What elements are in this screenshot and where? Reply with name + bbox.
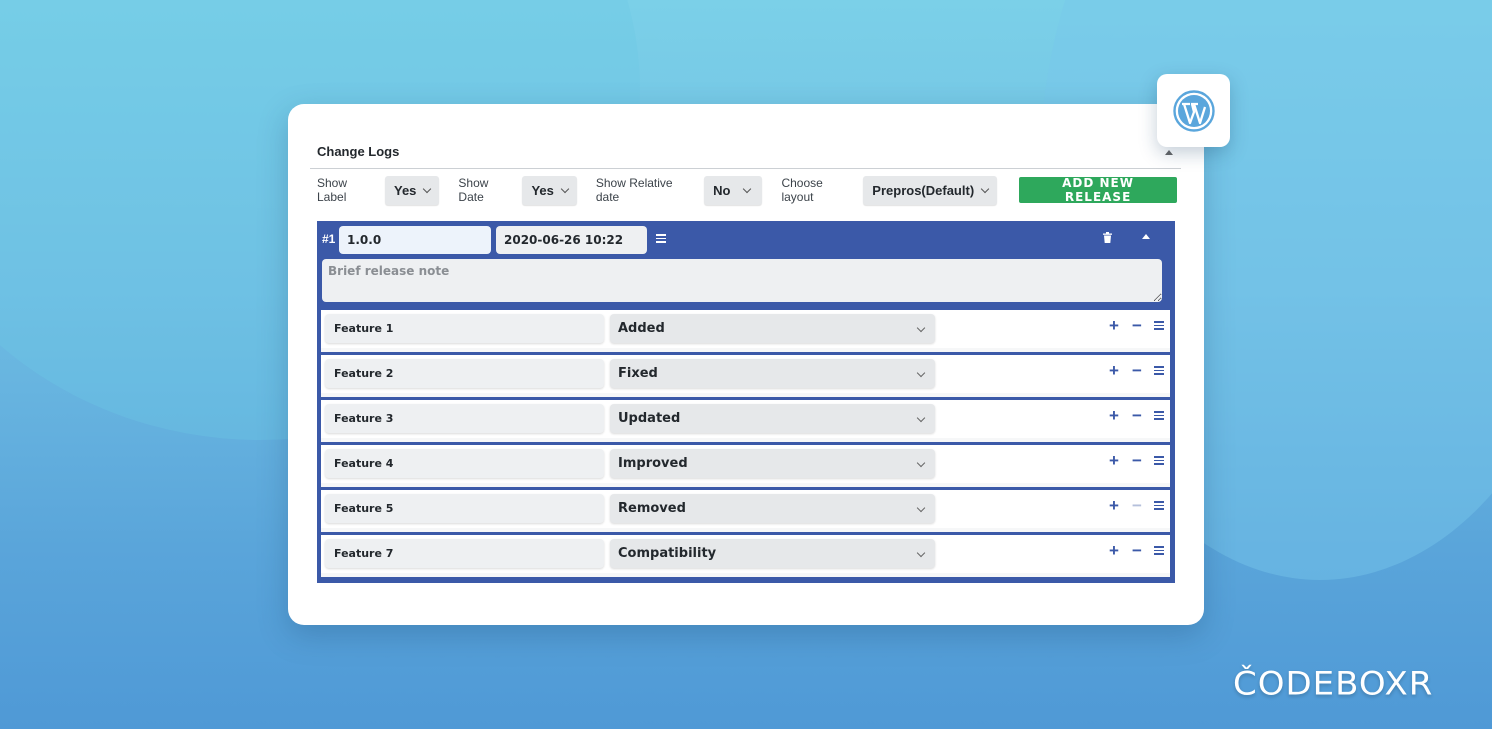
choose-layout-label: Choose layout <box>781 176 823 204</box>
chevron-down-icon <box>916 323 926 333</box>
chevron-down-icon <box>560 184 570 193</box>
feature-actions: + − <box>1108 317 1164 334</box>
show-relative-date-select[interactable]: No <box>704 175 763 205</box>
drag-handle-icon[interactable] <box>1154 409 1164 422</box>
feature-row: Feature 2 Fixed + − <box>321 355 1170 397</box>
feature-type-value: Added <box>618 321 665 336</box>
drag-handle-icon[interactable] <box>1154 319 1164 332</box>
wordpress-logo-icon <box>1172 89 1215 132</box>
release-number: #1 <box>322 232 336 246</box>
feature-type-select[interactable]: Improved <box>610 449 935 478</box>
chevron-down-icon <box>916 413 926 423</box>
drag-handle-icon[interactable] <box>1154 544 1164 557</box>
show-label-label: Show Label <box>317 176 348 204</box>
chevron-down-icon <box>980 184 990 193</box>
remove-feature-icon[interactable]: − <box>1131 452 1143 469</box>
chevron-down-icon <box>423 184 432 193</box>
feature-actions: + − <box>1108 542 1164 559</box>
feature-name-input[interactable]: Feature 1 <box>325 314 604 343</box>
drag-handle-icon[interactable] <box>1154 499 1164 512</box>
feature-name-input[interactable]: Feature 5 <box>325 494 604 523</box>
release-collapse-icon[interactable] <box>1142 234 1150 239</box>
feature-actions: + − <box>1108 362 1164 379</box>
feature-row: Feature 7 Compatibility + − <box>321 535 1170 577</box>
trash-icon[interactable] <box>1103 232 1112 243</box>
show-relative-date-value: No <box>713 182 731 198</box>
release-note-textarea[interactable] <box>322 259 1162 302</box>
feature-actions: + − <box>1108 407 1164 424</box>
feature-row: Feature 1 Added + − <box>321 310 1170 352</box>
add-feature-icon[interactable]: + <box>1108 407 1120 424</box>
remove-feature-icon[interactable]: − <box>1131 407 1143 424</box>
chevron-down-icon <box>916 458 926 468</box>
codeboxr-logo: ČODEBOXR <box>1233 665 1434 703</box>
drag-handle-icon[interactable] <box>656 232 666 245</box>
add-feature-icon[interactable]: + <box>1108 542 1120 559</box>
feature-type-select[interactable]: Added <box>610 314 935 343</box>
show-date-value: Yes <box>531 182 554 198</box>
feature-actions: + − <box>1108 452 1164 469</box>
remove-feature-icon[interactable]: − <box>1131 497 1143 514</box>
feature-row: Feature 3 Updated + − <box>321 400 1170 442</box>
changelog-panel: Change Logs Show Label Yes Show Date Yes… <box>288 104 1204 625</box>
release-version-input[interactable]: 1.0.0 <box>339 226 491 254</box>
feature-row: Feature 4 Improved + − <box>321 445 1170 487</box>
wordpress-badge <box>1157 74 1230 147</box>
chevron-down-icon <box>916 503 926 513</box>
chevron-down-icon <box>916 368 926 378</box>
remove-feature-icon[interactable]: − <box>1131 542 1143 559</box>
chevron-down-icon <box>916 548 926 558</box>
feature-type-value: Improved <box>618 456 688 471</box>
choose-layout-value: Prepros(Default) <box>872 182 975 198</box>
remove-feature-icon[interactable]: − <box>1131 362 1143 379</box>
feature-name-input[interactable]: Feature 2 <box>325 359 604 388</box>
add-new-release-button[interactable]: ADD NEW RELEASE <box>1019 176 1177 204</box>
feature-name-input[interactable]: Feature 3 <box>325 404 604 433</box>
feature-name-input[interactable]: Feature 7 <box>325 539 604 568</box>
choose-layout-select[interactable]: Prepros(Default) <box>863 175 998 205</box>
chevron-down-icon <box>743 184 752 193</box>
release-date-input[interactable]: 2020-06-26 10:22 <box>496 226 647 254</box>
show-relative-date-label: Show Relative date <box>595 176 673 204</box>
add-feature-icon[interactable]: + <box>1108 317 1120 334</box>
show-label-select[interactable]: Yes <box>385 175 440 205</box>
drag-handle-icon[interactable] <box>1154 454 1164 467</box>
feature-type-value: Updated <box>618 411 681 426</box>
settings-toolbar: Show Label Yes Show Date Yes Show Relati… <box>317 175 1177 205</box>
feature-type-value: Compatibility <box>618 546 717 561</box>
feature-list: Feature 1 Added + − Feature 2 Fixed + − … <box>321 310 1170 580</box>
add-feature-icon[interactable]: + <box>1108 452 1120 469</box>
feature-row: Feature 5 Removed + − <box>321 490 1170 532</box>
remove-feature-icon[interactable]: − <box>1131 317 1143 334</box>
feature-type-select[interactable]: Updated <box>610 404 935 433</box>
drag-handle-icon[interactable] <box>1154 364 1164 377</box>
show-label-value: Yes <box>394 182 417 198</box>
panel-collapse-icon[interactable] <box>1165 150 1173 155</box>
divider <box>310 168 1181 169</box>
feature-type-select[interactable]: Removed <box>610 494 935 523</box>
feature-type-value: Removed <box>618 501 686 516</box>
show-date-label: Show Date <box>458 176 489 204</box>
feature-type-select[interactable]: Fixed <box>610 359 935 388</box>
panel-title: Change Logs <box>317 144 400 159</box>
feature-type-select[interactable]: Compatibility <box>610 539 935 568</box>
release-block: #1 1.0.0 2020-06-26 10:22 Feature 1 Adde… <box>317 221 1175 583</box>
feature-actions: + − <box>1108 497 1164 514</box>
feature-name-input[interactable]: Feature 4 <box>325 449 604 478</box>
add-feature-icon[interactable]: + <box>1108 497 1120 514</box>
feature-type-value: Fixed <box>618 366 658 381</box>
show-date-select[interactable]: Yes <box>522 175 577 205</box>
add-feature-icon[interactable]: + <box>1108 362 1120 379</box>
